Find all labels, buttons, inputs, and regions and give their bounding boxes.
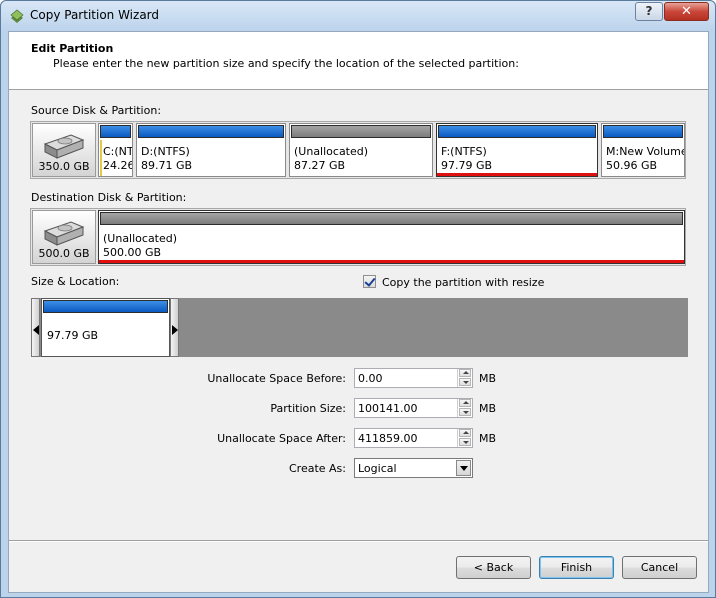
partition-usage-bar [603, 125, 683, 138]
source-disk-map: 350.0 GB C:(NTFS) 24.26 GB D:(NTFS) 89.7… [30, 121, 686, 179]
partition-name: (Unallocated) [294, 145, 369, 158]
hard-drive-icon [43, 221, 85, 246]
hard-drive-icon [43, 134, 85, 159]
spin-up-icon[interactable] [459, 369, 471, 377]
partition-usage-bar [291, 125, 431, 138]
partition-name: M:New Volume( [606, 145, 685, 158]
source-partition-d[interactable]: D:(NTFS) 89.71 GB [136, 123, 286, 177]
source-partition-c[interactable]: C:(NTFS) 24.26 GB [98, 123, 133, 177]
spin-up-icon[interactable] [459, 399, 471, 407]
used-space-marker [100, 140, 102, 176]
partition-wizard-icon [10, 9, 24, 23]
page-title: Edit Partition [31, 42, 114, 55]
spin-down-icon[interactable] [459, 408, 471, 416]
destination-disk-map: 500.0 GB (Unallocated) 500.00 GB [30, 208, 686, 266]
partition-size-input[interactable]: 100141.00 [354, 398, 473, 418]
partition-name: F:(NTFS) [441, 145, 487, 158]
source-partition-m[interactable]: M:New Volume( 50.96 GB [601, 123, 685, 177]
source-disk-label: Source Disk & Partition: [31, 104, 162, 117]
spin-down-icon[interactable] [459, 378, 471, 386]
partition-size: 97.79 GB [441, 159, 493, 172]
partition-usage-bar [100, 212, 683, 225]
partition-size: 24.26 GB [103, 159, 133, 172]
source-disk-size: 350.0 GB [38, 160, 90, 173]
partition-size-value: 100141.00 [358, 402, 418, 415]
chevron-down-icon[interactable] [456, 460, 471, 476]
destination-partition-unallocated[interactable]: (Unallocated) 500.00 GB [98, 210, 685, 264]
space-after-unit: MB [479, 432, 497, 445]
footer-divider [9, 540, 708, 542]
partition-size: 50.96 GB [606, 159, 658, 172]
space-before-spinner[interactable] [457, 369, 472, 387]
left-resize-handle[interactable] [31, 298, 40, 357]
title-bar[interactable]: Copy Partition Wizard ? ✕ [1, 1, 715, 31]
close-button[interactable]: ✕ [664, 2, 709, 21]
partition-usage-bar [43, 300, 168, 313]
partition-size-unit: MB [479, 402, 497, 415]
source-partition-f[interactable]: F:(NTFS) 97.79 GB [436, 123, 598, 177]
back-button[interactable]: < Back [456, 556, 531, 579]
size-location-slider[interactable]: 97.79 GB [31, 298, 688, 357]
dialog-body: Edit Partition Please enter the new part… [8, 31, 709, 593]
partition-size-label: Partition Size: [270, 402, 346, 415]
help-button[interactable]: ? [635, 2, 663, 21]
selection-indicator [437, 173, 597, 176]
copy-with-resize-label[interactable]: Copy the partition with resize [382, 276, 544, 289]
window-title: Copy Partition Wizard [30, 8, 160, 22]
space-before-value: 0.00 [358, 372, 383, 385]
spin-down-icon[interactable] [459, 438, 471, 446]
destination-disk-label: Destination Disk & Partition: [31, 191, 187, 204]
space-before-label: Unallocate Space Before: [207, 372, 346, 385]
create-as-value: Logical [358, 462, 397, 475]
cancel-button[interactable]: Cancel [622, 556, 697, 579]
source-disk[interactable]: 350.0 GB [32, 123, 96, 177]
create-as-label: Create As: [288, 462, 346, 475]
partition-name: (Unallocated) [103, 232, 178, 245]
partition-size: 87.27 GB [294, 159, 346, 172]
left-arrow-icon [33, 325, 39, 335]
copy-partition-window: Copy Partition Wizard ? ✕ Edit Partition… [0, 0, 716, 598]
partition-usage-bar [100, 125, 131, 138]
space-before-input[interactable]: 0.00 [354, 368, 473, 388]
partition-usage-bar [438, 125, 596, 138]
right-arrow-icon [172, 325, 178, 335]
destination-disk[interactable]: 500.0 GB [32, 210, 96, 264]
header-panel: Edit Partition Please enter the new part… [9, 32, 708, 90]
resize-partition-size: 97.79 GB [47, 329, 99, 342]
right-resize-handle[interactable] [170, 298, 179, 357]
copy-with-resize-checkbox[interactable] [363, 275, 376, 288]
space-after-input[interactable]: 411859.00 [354, 428, 473, 448]
space-after-spinner[interactable] [457, 429, 472, 447]
space-after-value: 411859.00 [358, 432, 418, 445]
resize-partition-block[interactable]: 97.79 GB [41, 298, 170, 357]
destination-disk-size: 500.0 GB [38, 247, 90, 260]
page-subtitle: Please enter the new partition size and … [53, 57, 519, 70]
space-after-label: Unallocate Space After: [217, 432, 346, 445]
create-as-select[interactable]: Logical [354, 458, 473, 478]
selection-indicator [99, 260, 684, 263]
finish-button[interactable]: Finish [539, 556, 614, 579]
spin-up-icon[interactable] [459, 429, 471, 437]
source-partition-unallocated[interactable]: (Unallocated) 87.27 GB [289, 123, 433, 177]
space-before-unit: MB [479, 372, 497, 385]
partition-size: 89.71 GB [141, 159, 193, 172]
partition-name: D:(NTFS) [141, 145, 190, 158]
partition-size: 500.00 GB [103, 246, 162, 259]
size-location-label: Size & Location: [31, 275, 120, 288]
partition-size-spinner[interactable] [457, 399, 472, 417]
partition-usage-bar [138, 125, 284, 138]
partition-name: C:(NTFS) [103, 145, 133, 158]
